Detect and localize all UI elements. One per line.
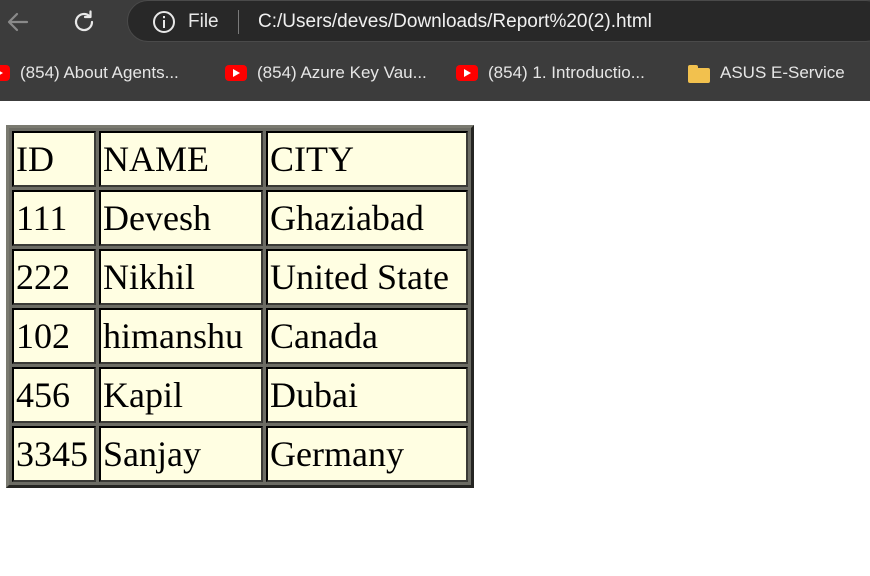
- bookmark-azure-key-vault[interactable]: (854) Azure Key Vau...: [225, 60, 427, 86]
- cell-id: 111: [12, 190, 96, 246]
- bookmark-label: (854) 1. Introductio...: [488, 63, 645, 82]
- bookmark-asus-e-service[interactable]: ASUS E-Service: [688, 60, 845, 86]
- bookmark-label: ASUS E-Service: [720, 63, 845, 82]
- table-row: 102 himanshu Canada: [12, 308, 468, 364]
- cell-id: 102: [12, 308, 96, 364]
- reload-icon: [74, 10, 94, 32]
- cell-city: Dubai: [266, 367, 468, 423]
- bookmarks-bar: (854) About Agents... (854) Azure Key Va…: [0, 44, 870, 101]
- header-id: ID: [12, 131, 96, 187]
- cell-city: Ghaziabad: [266, 190, 468, 246]
- cell-id: 222: [12, 249, 96, 305]
- cell-name: Sanjay: [99, 426, 263, 482]
- bookmark-label: (854) About Agents...: [20, 63, 179, 82]
- header-city: CITY: [266, 131, 468, 187]
- cell-name: Kapil: [99, 367, 263, 423]
- folder-icon: [688, 65, 710, 83]
- cell-id: 456: [12, 367, 96, 423]
- cell-city: Canada: [266, 308, 468, 364]
- bookmark-introduction[interactable]: (854) 1. Introductio...: [456, 60, 645, 86]
- cell-name: Nikhil: [99, 249, 263, 305]
- browser-toolbar: File C:/Users/deves/Downloads/Report%20(…: [0, 0, 870, 44]
- table-header-row: ID NAME CITY: [12, 131, 468, 187]
- bookmark-label: (854) Azure Key Vau...: [257, 63, 427, 82]
- header-name: NAME: [99, 131, 263, 187]
- youtube-icon: [225, 65, 247, 81]
- cell-name: Devesh: [99, 190, 263, 246]
- table-row: 222 Nikhil United State: [12, 249, 468, 305]
- arrow-left-icon: [7, 12, 29, 32]
- cell-name: himanshu: [99, 308, 263, 364]
- cell-city: United State: [266, 249, 468, 305]
- info-icon: [153, 11, 175, 33]
- back-button[interactable]: [0, 4, 36, 40]
- reload-button[interactable]: [66, 4, 102, 40]
- site-info-button[interactable]: [152, 10, 176, 34]
- cell-id: 3345: [12, 426, 96, 482]
- address-separator: [238, 10, 239, 34]
- table-row: 111 Devesh Ghaziabad: [12, 190, 468, 246]
- bookmark-about-agents[interactable]: (854) About Agents...: [0, 60, 179, 86]
- file-scheme-label: File: [188, 11, 219, 32]
- table-row: 456 Kapil Dubai: [12, 367, 468, 423]
- table-row: 3345 Sanjay Germany: [12, 426, 468, 482]
- address-bar[interactable]: File C:/Users/deves/Downloads/Report%20(…: [127, 0, 870, 42]
- cell-city: Germany: [266, 426, 468, 482]
- youtube-icon: [456, 65, 478, 81]
- url-text[interactable]: C:/Users/deves/Downloads/Report%20(2).ht…: [258, 11, 652, 33]
- youtube-icon: [0, 65, 10, 81]
- report-table: ID NAME CITY 111 Devesh Ghaziabad 222 Ni…: [6, 125, 474, 488]
